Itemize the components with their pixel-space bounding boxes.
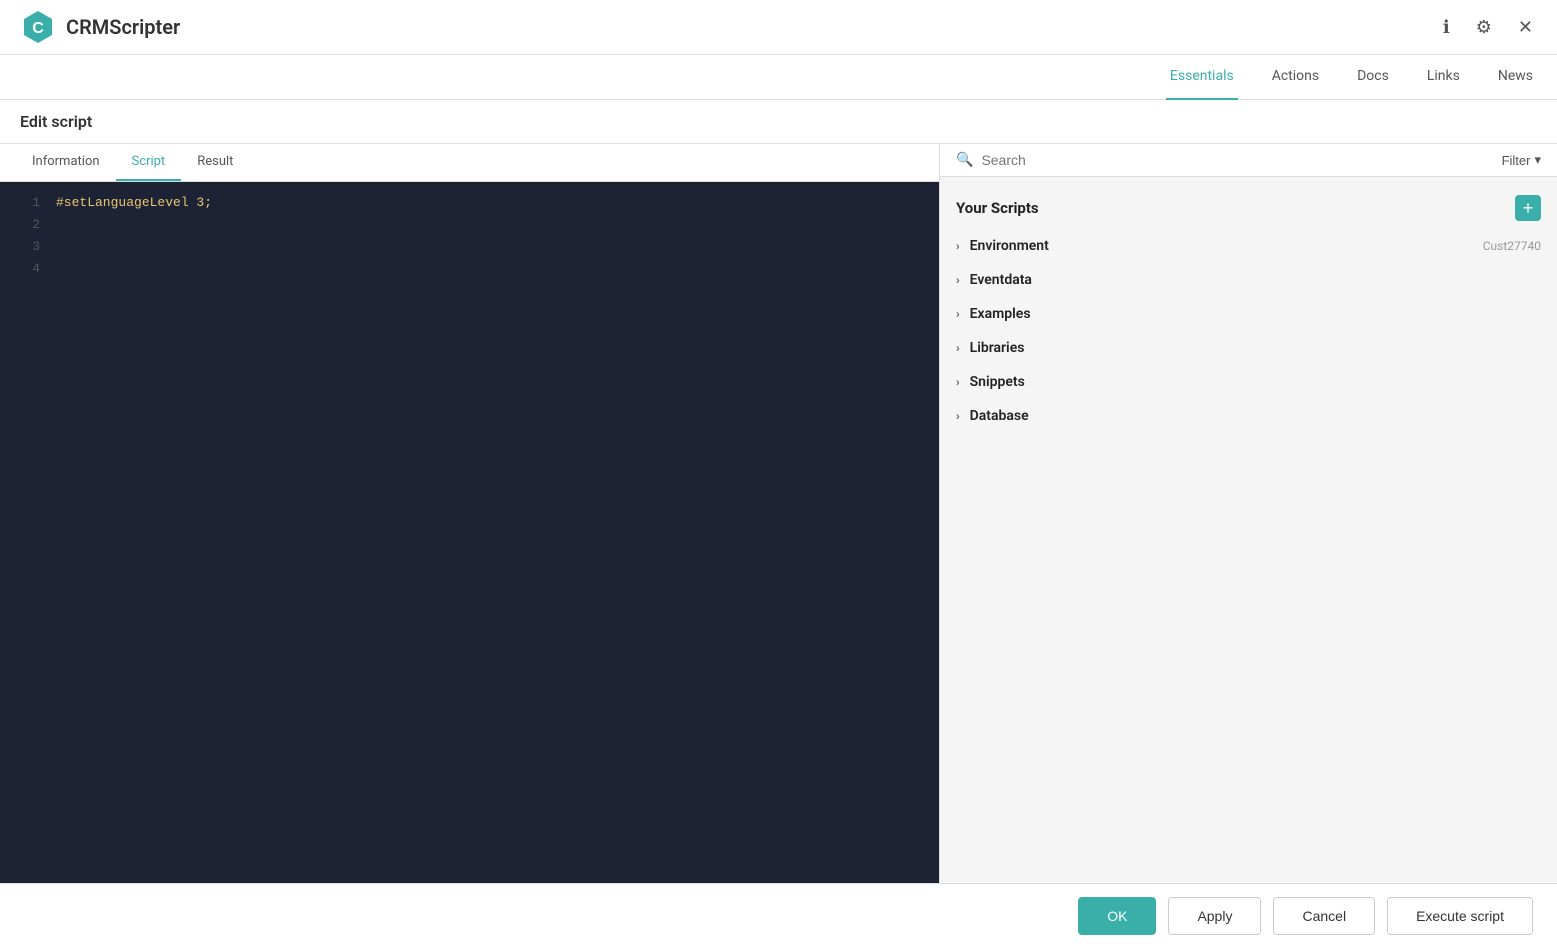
line-number-3: 3 — [10, 236, 40, 258]
tree-item-database[interactable]: › Database — [940, 399, 1557, 433]
cust-id: Cust27740 — [1483, 239, 1541, 253]
tab-result[interactable]: Result — [181, 144, 249, 181]
tree-item-libraries[interactable]: › Libraries — [940, 331, 1557, 365]
chevron-right-icon-3: › — [956, 307, 960, 321]
nav-item-news[interactable]: News — [1494, 55, 1537, 100]
chevron-right-icon-5: › — [956, 375, 960, 389]
tree-item-label-eventdata: Eventdata — [970, 272, 1032, 288]
top-bar-actions: ℹ ⚙ ✕ — [1439, 13, 1537, 42]
page-title: Edit script — [20, 112, 92, 131]
svg-text:C: C — [32, 20, 44, 37]
main-layout: Information Script Result 1 #setLanguage… — [0, 144, 1557, 883]
code-line-4: 4 — [0, 258, 939, 280]
info-button[interactable]: ℹ — [1439, 13, 1454, 42]
filter-label: Filter — [1502, 153, 1531, 168]
chevron-down-icon: ▾ — [1534, 152, 1541, 168]
chevron-right-icon: › — [956, 239, 960, 253]
chevron-right-icon-4: › — [956, 341, 960, 355]
logo-area: C CRMScripter — [20, 9, 180, 45]
apply-button[interactable]: Apply — [1168, 897, 1261, 935]
filter-button[interactable]: Filter ▾ — [1502, 152, 1541, 168]
add-script-button[interactable]: + — [1515, 195, 1541, 221]
nav-bar: Essentials Actions Docs Links News — [0, 55, 1557, 100]
tree-item-snippets[interactable]: › Snippets — [940, 365, 1557, 399]
tree-item-eventdata[interactable]: › Eventdata — [940, 263, 1557, 297]
settings-button[interactable]: ⚙ — [1472, 13, 1496, 42]
scripts-tree: Your Scripts + › Environment Cust27740 ›… — [940, 177, 1557, 883]
tree-item-label-environment: Environment — [970, 238, 1049, 254]
cancel-button[interactable]: Cancel — [1273, 897, 1375, 935]
search-bar: 🔍 Filter ▾ — [940, 144, 1557, 177]
execute-script-button[interactable]: Execute script — [1387, 897, 1533, 935]
nav-item-essentials[interactable]: Essentials — [1166, 55, 1238, 100]
search-input[interactable] — [981, 152, 1493, 168]
tree-item-label-database: Database — [970, 408, 1029, 424]
code-line-1: 1 #setLanguageLevel 3; — [0, 192, 939, 214]
tree-item-label-libraries: Libraries — [970, 340, 1025, 356]
line-number-2: 2 — [10, 214, 40, 236]
editor-panel: Information Script Result 1 #setLanguage… — [0, 144, 940, 883]
line-number-1: 1 — [10, 192, 40, 214]
top-bar: C CRMScripter ℹ ⚙ ✕ — [0, 0, 1557, 55]
search-icon: 🔍 — [956, 152, 973, 168]
close-icon: ✕ — [1518, 17, 1533, 38]
chevron-right-icon-6: › — [956, 409, 960, 423]
nav-item-docs[interactable]: Docs — [1353, 55, 1393, 100]
line-content-1: #setLanguageLevel 3; — [56, 192, 212, 214]
page-title-bar: Edit script — [0, 100, 1557, 144]
code-line-3: 3 — [0, 236, 939, 258]
tabs-bar: Information Script Result — [0, 144, 939, 182]
tree-item-label-examples: Examples — [970, 306, 1031, 322]
tree-header: Your Scripts + — [940, 187, 1557, 229]
line-number-4: 4 — [10, 258, 40, 280]
nav-item-links[interactable]: Links — [1423, 55, 1464, 100]
close-button[interactable]: ✕ — [1514, 13, 1537, 42]
scripts-tree-title: Your Scripts — [956, 199, 1039, 217]
nav-item-actions[interactable]: Actions — [1268, 55, 1323, 100]
ok-button[interactable]: OK — [1078, 897, 1156, 935]
code-editor[interactable]: 1 #setLanguageLevel 3; 2 3 4 — [0, 182, 939, 883]
tree-item-label-snippets: Snippets — [970, 374, 1025, 390]
logo-icon: C — [20, 9, 56, 45]
plus-icon: + — [1523, 199, 1534, 217]
info-icon: ℹ — [1443, 17, 1450, 38]
tree-item-environment[interactable]: › Environment Cust27740 — [940, 229, 1557, 263]
code-line-2: 2 — [0, 214, 939, 236]
tab-script[interactable]: Script — [116, 144, 182, 181]
chevron-right-icon-2: › — [956, 273, 960, 287]
settings-icon: ⚙ — [1476, 17, 1492, 38]
tab-information[interactable]: Information — [16, 144, 116, 181]
right-panel: 🔍 Filter ▾ Your Scripts + › Environment … — [940, 144, 1557, 883]
bottom-bar: OK Apply Cancel Execute script — [0, 883, 1557, 948]
app-title: CRMScripter — [66, 15, 180, 39]
tree-item-examples[interactable]: › Examples — [940, 297, 1557, 331]
